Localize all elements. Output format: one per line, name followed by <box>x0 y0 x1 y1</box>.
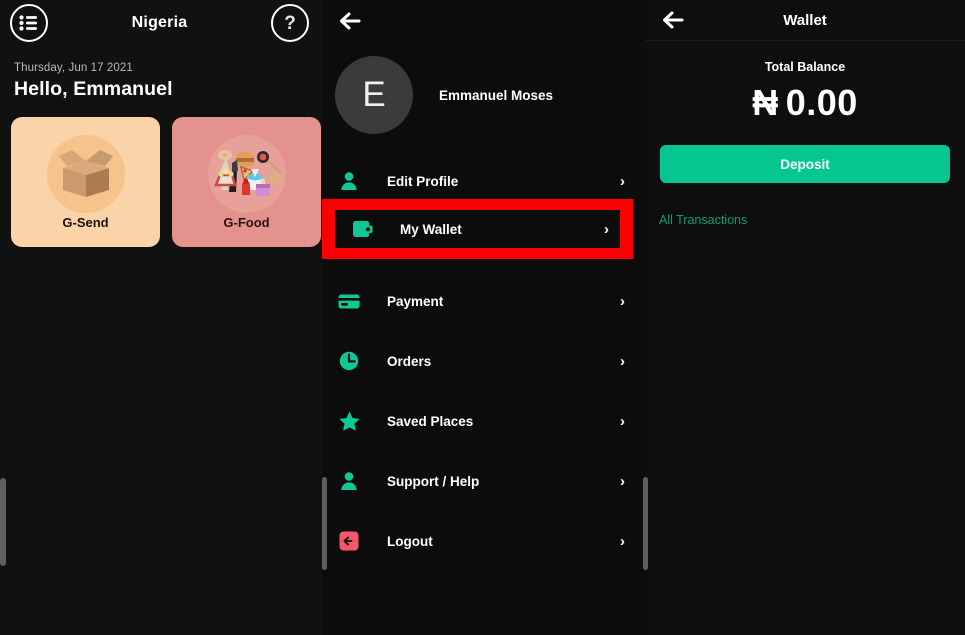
menu-top-bar <box>322 0 645 41</box>
highlight-box-my-wallet: My Wallet › <box>322 199 633 259</box>
food-platter-icon <box>207 134 286 213</box>
wallet-page-title: Wallet <box>783 11 827 29</box>
greeting-block: Thursday, Jun 17 2021 Hello, Emmanuel <box>0 46 322 101</box>
balance-value: 0.00 <box>785 82 858 123</box>
menu-item-label: Saved Places <box>387 413 474 429</box>
service-card-label: G-Food <box>223 214 270 230</box>
chevron-right-icon: › <box>620 172 625 190</box>
logout-icon <box>334 528 364 554</box>
star-icon <box>334 408 364 434</box>
menu-panel-scrollbar-right[interactable] <box>643 477 648 570</box>
card-icon <box>334 288 364 314</box>
menu-item-label: Edit Profile <box>387 173 459 189</box>
service-card-g-food[interactable]: G-Food <box>172 117 321 247</box>
profile-header[interactable]: E Emmanuel Moses <box>322 41 645 134</box>
person-icon <box>334 168 364 194</box>
menu-item-label: Support / Help <box>387 473 480 489</box>
chevron-right-icon: › <box>604 220 609 238</box>
home-panel: Nigeria ? Thursday, Jun 17 2021 Hello, E… <box>0 0 322 635</box>
wallet-top-bar: Wallet <box>645 0 965 41</box>
back-arrow-icon[interactable] <box>657 6 691 34</box>
chevron-right-icon: › <box>620 532 625 550</box>
profile-name: Emmanuel Moses <box>439 87 554 103</box>
app-screen: Nigeria ? Thursday, Jun 17 2021 Hello, E… <box>0 0 965 635</box>
chevron-right-icon: › <box>620 472 625 490</box>
avatar: E <box>335 56 413 134</box>
menu-list: Edit Profile › My Wallet › Payment › Ord… <box>322 151 645 571</box>
deposit-button[interactable]: Deposit <box>660 145 950 183</box>
home-top-bar: Nigeria ? <box>0 0 322 46</box>
back-arrow-icon[interactable] <box>334 7 368 35</box>
chevron-right-icon: › <box>620 352 625 370</box>
balance-amount: ₦ 0.00 <box>645 82 965 124</box>
cardboard-box-glyph <box>58 149 113 197</box>
menu-item-payment[interactable]: Payment › <box>322 271 645 331</box>
menu-item-saved-places[interactable]: Saved Places › <box>322 391 645 451</box>
menu-panel-scrollbar-left[interactable] <box>322 477 327 570</box>
back-arrow-glyph <box>663 11 684 29</box>
home-panel-scrollbar[interactable] <box>0 478 6 566</box>
wallet-icon <box>347 216 377 242</box>
menu-item-orders[interactable]: Orders › <box>322 331 645 391</box>
clock-icon <box>334 348 364 374</box>
person-icon <box>334 468 364 494</box>
wallet-panel: Wallet Total Balance ₦ 0.00 Deposit All T… <box>645 0 965 635</box>
menu-item-label: Orders <box>387 353 432 369</box>
wallet-body: Total Balance ₦ 0.00 Deposit All Transact… <box>645 41 965 227</box>
service-card-label: G-Send <box>62 214 109 230</box>
chevron-right-icon: › <box>620 412 625 430</box>
help-label: ? <box>284 12 296 34</box>
naira-symbol-icon: ₦ <box>752 82 779 123</box>
menu-item-label: Logout <box>387 533 433 549</box>
service-card-g-send[interactable]: G-Send <box>11 117 160 247</box>
profile-menu-panel: E Emmanuel Moses Edit Profile › My Walle… <box>322 0 645 635</box>
help-icon[interactable]: ? <box>271 4 309 42</box>
menu-item-logout[interactable]: Logout › <box>322 511 645 571</box>
list-menu-icon[interactable] <box>10 4 48 42</box>
menu-item-label: My Wallet <box>400 221 462 237</box>
balance-caption: Total Balance <box>764 60 846 74</box>
current-date: Thursday, Jun 17 2021 <box>14 62 133 74</box>
all-transactions-link[interactable]: All Transactions <box>659 213 965 227</box>
greeting-text: Hello, Emmanuel <box>14 78 173 100</box>
chevron-right-icon: › <box>620 292 625 310</box>
back-arrow-glyph <box>340 12 361 29</box>
cardboard-box-icon <box>46 134 125 213</box>
menu-item-support-help[interactable]: Support / Help › <box>322 451 645 511</box>
home-page-title: Nigeria <box>131 14 188 31</box>
menu-item-my-wallet[interactable]: My Wallet › <box>335 210 620 248</box>
service-card-list: G-Send G-Food <box>0 101 322 247</box>
list-menu-glyph <box>19 15 37 31</box>
menu-item-label: Payment <box>387 293 444 309</box>
food-platter-glyph <box>213 149 282 196</box>
